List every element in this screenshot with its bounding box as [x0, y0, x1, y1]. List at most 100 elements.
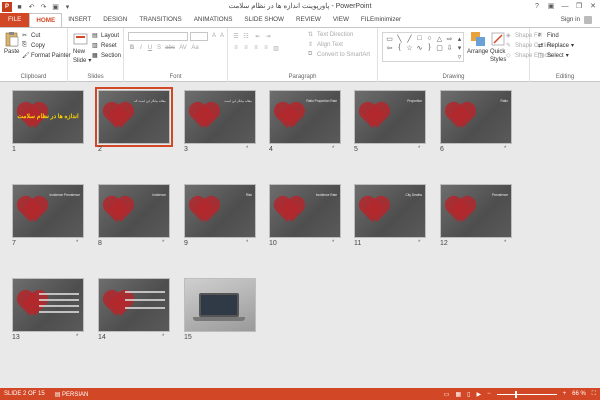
- quick-styles-button[interactable]: Quick: [490, 49, 505, 55]
- arrow-shape-icon[interactable]: ⇩: [445, 43, 454, 52]
- align-center-icon[interactable]: ≡: [242, 44, 250, 52]
- triangle-shape-icon[interactable]: △: [435, 34, 444, 43]
- numbering-icon[interactable]: ☷: [242, 32, 250, 40]
- star-shape-icon[interactable]: ☆: [405, 43, 414, 52]
- zoom-out-icon[interactable]: −: [487, 391, 491, 397]
- quick-styles-dropdown[interactable]: Styles: [490, 57, 506, 63]
- font-name-combo[interactable]: [128, 32, 188, 41]
- slide-thumbnail-3[interactable]: مقاله بیانگر این است: [184, 90, 256, 144]
- zoom-slider[interactable]: [496, 390, 557, 398]
- animation-star-icon[interactable]: *: [504, 240, 506, 246]
- close-icon[interactable]: ✕: [586, 0, 600, 12]
- tab-home[interactable]: HOME: [29, 13, 63, 27]
- select-button[interactable]: ⬚ Select ▾: [538, 52, 569, 60]
- text-direction-button[interactable]: ⇅ Text Direction: [308, 31, 353, 39]
- animation-star-icon[interactable]: *: [332, 146, 334, 152]
- slide-thumbnail-6[interactable]: Ratio: [440, 90, 512, 144]
- minimize-icon[interactable]: —: [558, 0, 572, 12]
- reading-view-icon[interactable]: ▯: [467, 391, 470, 398]
- arrow-shape-icon[interactable]: ⇦: [385, 43, 394, 52]
- slide-sorter-view-icon[interactable]: ▦: [455, 391, 461, 398]
- textbox-shape-icon[interactable]: ▭: [385, 34, 394, 43]
- animation-star-icon[interactable]: *: [76, 240, 78, 246]
- ribbon-display-options-icon[interactable]: ▣: [544, 0, 558, 12]
- font-size-combo[interactable]: [190, 32, 208, 41]
- slide-thumbnail-7[interactable]: Incidence Prevalence: [12, 184, 84, 238]
- decrease-indent-icon[interactable]: ⇤: [254, 32, 262, 40]
- layout-button[interactable]: ▤ Layout: [92, 32, 119, 40]
- animation-star-icon[interactable]: *: [332, 240, 334, 246]
- rectangle-shape-icon[interactable]: ▢: [435, 43, 444, 52]
- more-shapes-icon[interactable]: ▿: [455, 52, 464, 61]
- tab-animations[interactable]: ANIMATIONS: [188, 13, 239, 27]
- brace-shape-icon[interactable]: {: [395, 43, 404, 52]
- replace-button[interactable]: ⇄ Replace ▾: [538, 42, 574, 50]
- curve-shape-icon[interactable]: ∿: [415, 43, 424, 52]
- help-icon[interactable]: ?: [530, 0, 544, 12]
- slide-thumbnail-10[interactable]: Incidence Rate: [269, 184, 341, 238]
- normal-view-icon[interactable]: ▭: [444, 391, 450, 398]
- slide-thumbnail-13[interactable]: [12, 278, 84, 332]
- scroll-up-icon[interactable]: ▴: [455, 34, 464, 43]
- slide-thumbnail-8[interactable]: Incidence: [98, 184, 170, 238]
- bullets-icon[interactable]: ☰: [232, 32, 240, 40]
- find-button[interactable]: ⌕ Find: [538, 32, 559, 39]
- oval-shape-icon[interactable]: ○: [425, 34, 434, 43]
- arrange-button[interactable]: Arrange: [467, 49, 488, 55]
- copy-button[interactable]: ⎘ Copy: [22, 42, 45, 49]
- animation-star-icon[interactable]: *: [246, 240, 248, 246]
- tab-slide-show[interactable]: SLIDE SHOW: [238, 13, 290, 27]
- zoom-level[interactable]: 66 %: [572, 391, 586, 397]
- underline-button[interactable]: U: [146, 44, 154, 52]
- format-painter-button[interactable]: 🖌 Format Painter: [22, 52, 71, 60]
- align-left-icon[interactable]: ≡: [232, 44, 240, 52]
- slide-thumbnail-11[interactable]: City Deaths: [354, 184, 426, 238]
- slide-thumbnail-9[interactable]: Risk: [184, 184, 256, 238]
- slide-thumbnail-2[interactable]: مقاله بیانگر این است که: [95, 87, 173, 147]
- change-case-button[interactable]: Aa: [190, 44, 200, 52]
- strikethrough-button[interactable]: abc: [164, 44, 176, 52]
- restore-icon[interactable]: ❐: [572, 0, 586, 12]
- align-text-button[interactable]: ⇕ Align Text: [308, 41, 343, 49]
- animation-star-icon[interactable]: *: [246, 146, 248, 152]
- reset-button[interactable]: ▥ Reset: [92, 42, 117, 50]
- slide-thumbnail-12[interactable]: Prevalence: [440, 184, 512, 238]
- line-shape-icon[interactable]: ╲: [395, 34, 404, 43]
- columns-icon[interactable]: ▥: [272, 44, 280, 52]
- brace-shape-icon[interactable]: }: [425, 43, 434, 52]
- justify-icon[interactable]: ≡: [262, 44, 270, 52]
- slide-thumbnail-14[interactable]: [98, 278, 170, 332]
- language-status[interactable]: ▤ PERSIAN: [55, 391, 89, 398]
- new-slide-button[interactable]: New: [73, 49, 85, 55]
- arrange-icon[interactable]: [470, 31, 486, 47]
- slide-thumbnail-5[interactable]: Proportion: [354, 90, 426, 144]
- new-slide-icon[interactable]: [73, 31, 89, 47]
- convert-smartart-button[interactable]: ⧉ Convert to SmartArt: [308, 51, 370, 58]
- animation-star-icon[interactable]: *: [162, 240, 164, 246]
- rectangle-shape-icon[interactable]: □: [415, 34, 424, 43]
- cut-button[interactable]: ✂ Cut: [22, 32, 40, 40]
- animation-star-icon[interactable]: *: [162, 334, 164, 340]
- avatar[interactable]: [584, 16, 592, 24]
- paste-icon[interactable]: [4, 31, 20, 47]
- animation-star-icon[interactable]: *: [76, 334, 78, 340]
- new-slide-dropdown[interactable]: Slide ▾: [73, 57, 91, 65]
- arrow-shape-icon[interactable]: ⇨: [445, 34, 454, 43]
- shadow-button[interactable]: S: [155, 44, 163, 52]
- tab-insert[interactable]: INSERT: [62, 13, 97, 27]
- align-right-icon[interactable]: ≡: [252, 44, 260, 52]
- tab-fileminimizer[interactable]: FILEminimizer: [355, 13, 407, 27]
- tab-view[interactable]: VIEW: [327, 13, 355, 27]
- slide-thumbnail-4[interactable]: Ratio Proportion Rate: [269, 90, 341, 144]
- italic-button[interactable]: I: [137, 44, 145, 52]
- shapes-gallery[interactable]: ▭ ╲ ╱ □ ○ △ ⇨ ⇦ { ☆ ∿ } ▢ ⇩ ▴ ▾ ▿: [382, 32, 464, 62]
- animation-star-icon[interactable]: *: [418, 146, 420, 152]
- sign-in-label[interactable]: Sign in: [561, 13, 580, 27]
- slideshow-view-icon[interactable]: ▶: [476, 391, 481, 398]
- slide-thumbnail-15[interactable]: [184, 278, 256, 332]
- tab-transitions[interactable]: TRANSITIONS: [133, 13, 187, 27]
- quick-styles-icon[interactable]: [490, 31, 506, 47]
- section-button[interactable]: ▦ Section: [92, 52, 121, 60]
- sign-in[interactable]: Sign in: [561, 13, 592, 27]
- increase-indent-icon[interactable]: ⇥: [264, 32, 272, 40]
